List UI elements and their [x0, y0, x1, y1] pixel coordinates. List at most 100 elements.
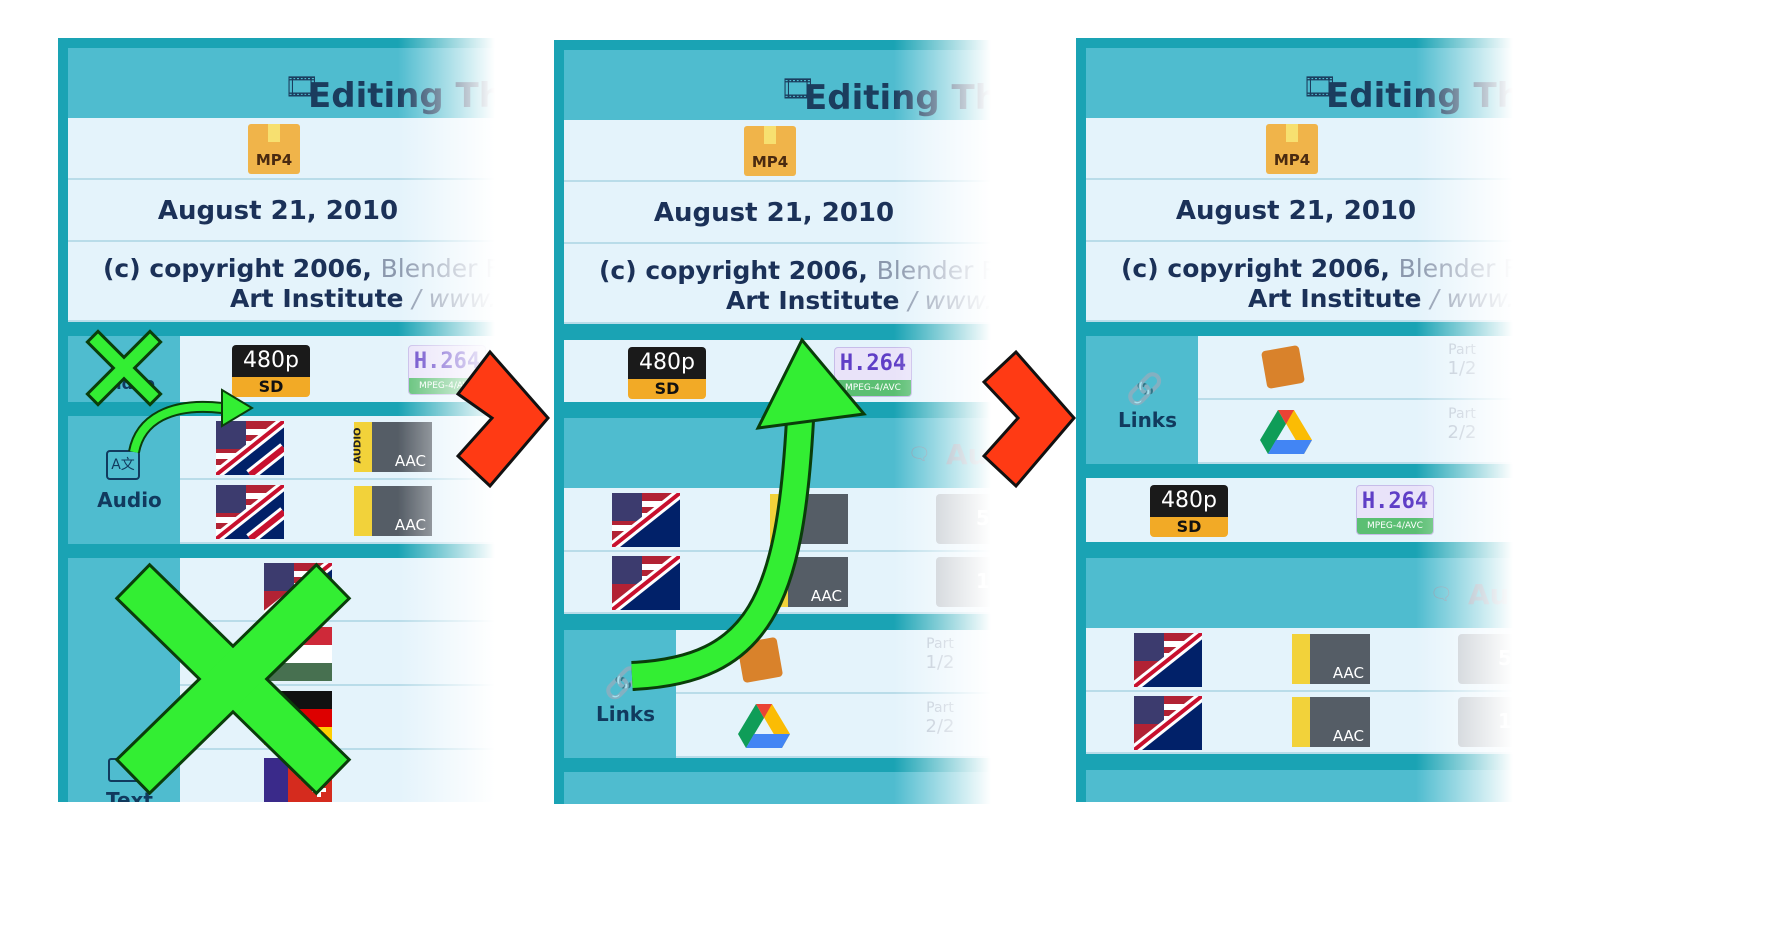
- audio-codec-text: AAC: [810, 587, 842, 605]
- text-section: Text: [68, 558, 508, 802]
- resolution-text: 480p: [628, 347, 706, 379]
- part-number: 2/2: [1447, 422, 1477, 443]
- container-row: MP4: [564, 120, 1004, 182]
- date-row: August 21, 2010: [564, 182, 1004, 244]
- flag-germany-icon: [264, 691, 332, 745]
- flag-romansh-icon: [264, 758, 332, 802]
- copyright-owner: Blender Fou: [1398, 254, 1526, 283]
- copyright-text: (c) copyright 2006,: [103, 254, 372, 283]
- copyright-row: (c) copyright 2006, Blender Fou Art Inst…: [564, 244, 1004, 324]
- part-label: Part: [1448, 342, 1476, 358]
- links-section: 🔗 Links Part 1/2 Part 2/2: [564, 630, 1004, 758]
- audio-header: 🗨 Au: [1198, 558, 1526, 628]
- subtitles-icon: [108, 758, 140, 782]
- resolution-text: 480p: [1150, 485, 1228, 517]
- mp4-box-icon: MP4: [1266, 124, 1318, 174]
- audio-translate-icon: 🗨: [1430, 584, 1453, 605]
- codec-text: H.264: [413, 349, 481, 374]
- links-section: 🔗 Links Part 1/2 Part 2/2: [1086, 336, 1526, 464]
- audio-track-row: 5: [564, 488, 1004, 552]
- header-bar: 🎞 Editing This: [564, 50, 1004, 120]
- part-number: 1/2: [925, 652, 955, 673]
- release-date: August 21, 2010: [1175, 196, 1417, 226]
- channels-text: 1.: [976, 569, 998, 593]
- audio-section: 🗨 Au AAC 5 AAC 1.: [1086, 558, 1526, 754]
- release-date: August 21, 2010: [653, 198, 895, 228]
- quality-text: SD: [1150, 517, 1228, 537]
- audio-label: Audio: [97, 488, 162, 512]
- links-label: Links: [595, 702, 656, 726]
- institute-text: Art Institute: [726, 286, 900, 315]
- audio-codec-text: AAC: [394, 452, 426, 470]
- resolution-badge: 480p SD: [1150, 485, 1228, 537]
- flag-us-uk-icon: [1134, 696, 1202, 750]
- google-drive-icon[interactable]: [738, 704, 790, 748]
- date-row: August 21, 2010: [1086, 180, 1526, 242]
- audio-section: 🗨 Au 5 AAC 1.: [564, 418, 1004, 614]
- link-icon: 🔗: [604, 666, 642, 701]
- institute-text: Art Institute: [230, 284, 404, 313]
- video-row: 480p SD H.264 MPEG-4/AVC: [564, 340, 1004, 402]
- link-icon: 🔗: [1126, 372, 1164, 407]
- copyright-row: (c) copyright 2006, Blender Fou Art Inst…: [68, 242, 508, 322]
- link-row: Part 1/2: [676, 630, 1004, 694]
- container-badge: MP4: [1273, 151, 1311, 169]
- flag-us-uk-icon: [612, 493, 680, 547]
- part-label: Part: [926, 700, 954, 716]
- audio-aac-badge: AAC: [1292, 697, 1370, 747]
- flag-us-uk-icon: [216, 485, 284, 539]
- institute-url: / www.el: [1430, 284, 1526, 313]
- release-date: August 21, 2010: [157, 196, 399, 226]
- channels-badge: 1.: [1458, 697, 1526, 747]
- panel-before: 🎞 Editing This MP4 August 21, 2010 (c) c…: [58, 38, 508, 802]
- part-label: Part: [926, 636, 954, 652]
- audio-aac-badge: [770, 494, 848, 544]
- codec-text: H.264: [839, 351, 907, 376]
- audio-aac-badge: AAC: [770, 557, 848, 607]
- codec-sub-text: MPEG-4/AVC: [409, 378, 485, 394]
- part-number: 2/2: [925, 716, 955, 737]
- channels-badge: 5: [936, 494, 1004, 544]
- audio-track-row: AUDIO AAC: [180, 416, 508, 480]
- resolution-badge: 480p SD: [628, 347, 706, 399]
- audio-header-label: Au: [946, 438, 988, 471]
- mp4-box-icon: MP4: [744, 126, 796, 176]
- flag-us-uk-icon: [216, 421, 284, 475]
- link-row: Part 2/2: [676, 694, 1004, 758]
- page-title: Editing This: [804, 78, 1004, 118]
- link-row: Part 2/2: [1198, 400, 1526, 464]
- institute-text: Art Institute: [1248, 284, 1422, 313]
- page-title: Editing This: [1326, 76, 1526, 116]
- part-number: 1/2: [1447, 358, 1477, 379]
- codec-badge: H.264 MPEG-4/AVC: [1356, 485, 1434, 535]
- audio-translate-icon: A文: [106, 450, 140, 480]
- codec-sub-text: MPEG-4/AVC: [1357, 518, 1433, 534]
- google-drive-icon[interactable]: [1260, 410, 1312, 454]
- text-label: Text: [105, 788, 153, 802]
- channels-badge: 1.: [936, 557, 1004, 607]
- audio-track-row: AAC 1.: [1086, 692, 1526, 754]
- part-label: Part: [1448, 406, 1476, 422]
- flag-us-uk-icon: [612, 556, 680, 610]
- channels-text: 1.: [1498, 709, 1520, 733]
- audio-aac-badge: AAC: [354, 486, 432, 536]
- quality-text: SD: [232, 377, 310, 397]
- quality-text: SD: [628, 379, 706, 399]
- audio-track-row: AAC 1.: [564, 552, 1004, 614]
- audio-codec-text: AAC: [1332, 664, 1364, 682]
- package-icon: [736, 636, 784, 684]
- resolution-badge: 480p SD: [232, 345, 310, 397]
- codec-sub-text: MPEG-4/AVC: [835, 380, 911, 396]
- date-row: August 21, 2010: [68, 180, 508, 242]
- resolution-text: 480p: [232, 345, 310, 377]
- link-row: Part 1/2: [1198, 336, 1526, 400]
- page-title: Editing This: [308, 76, 508, 116]
- container-badge: MP4: [751, 153, 789, 171]
- codec-badge: H.264 MPEG-4/AVC: [834, 347, 912, 397]
- container-badge: MP4: [255, 151, 293, 169]
- institute-url: / www.el: [908, 286, 1004, 315]
- channels-text: 5: [1498, 646, 1512, 670]
- copyright-owner: Blender Fou: [876, 256, 1004, 285]
- audio-aac-badge: AUDIO AAC: [353, 422, 432, 472]
- channels-badge: 5: [1458, 634, 1526, 684]
